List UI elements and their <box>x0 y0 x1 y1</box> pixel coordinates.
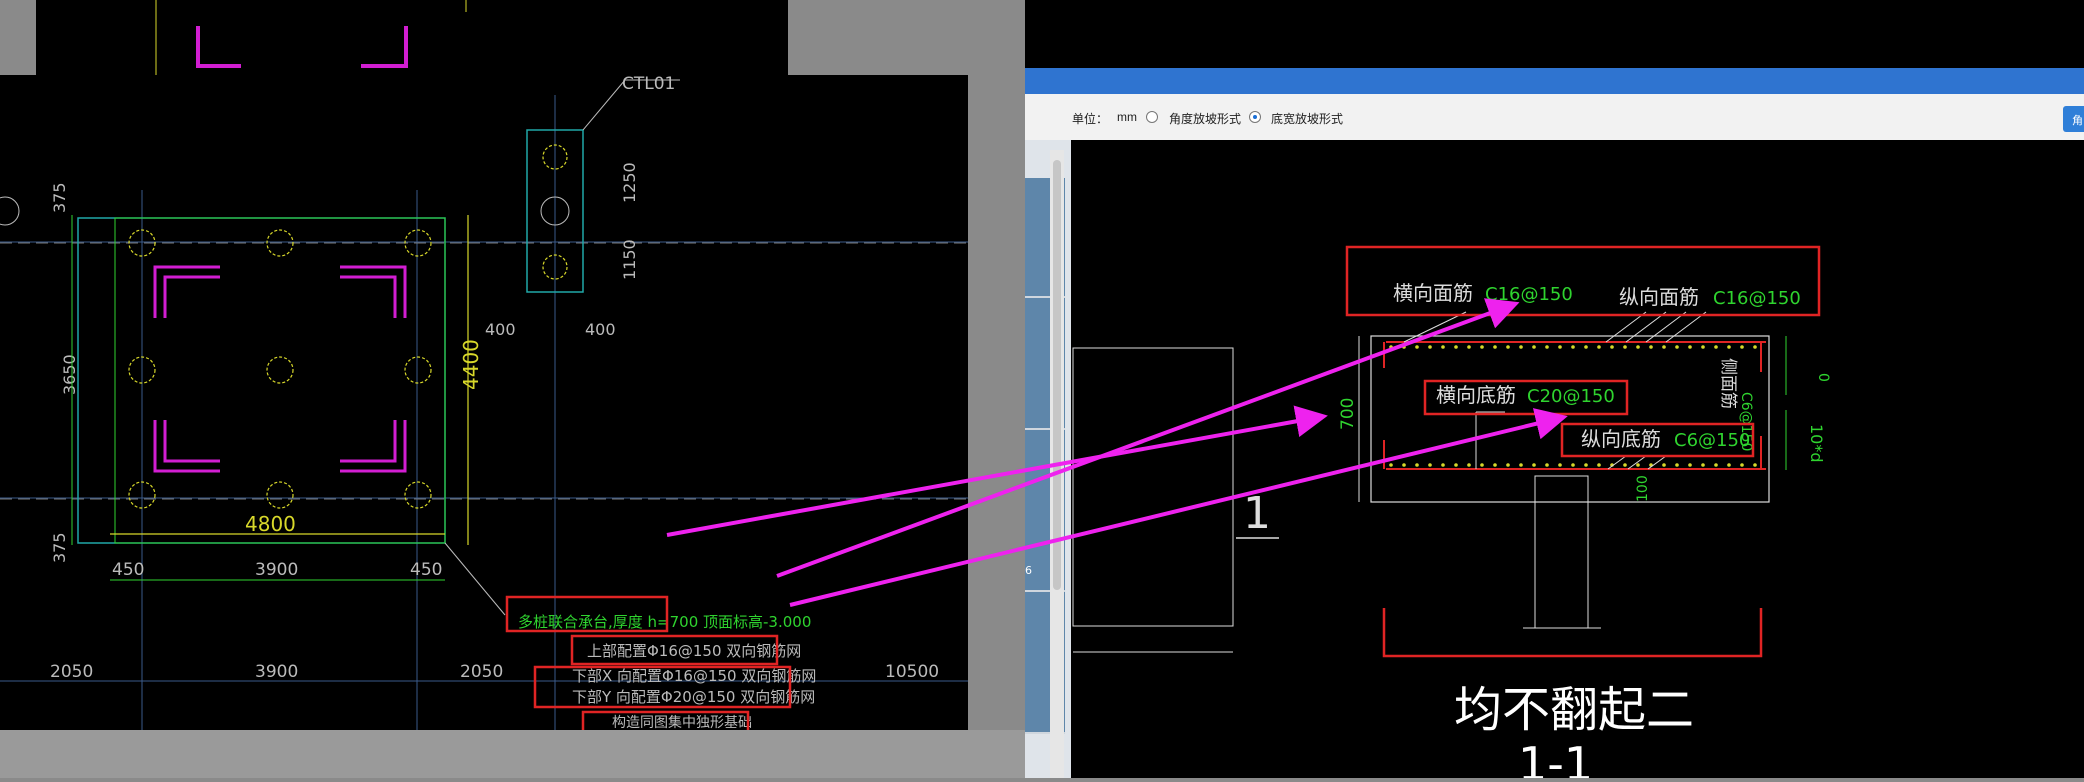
arrow-to-top-rebar <box>776 298 1520 578</box>
arrows-overlay <box>666 298 1568 607</box>
arrow-to-700 <box>666 405 1328 537</box>
arrow-to-bottom-rebar <box>789 408 1568 607</box>
